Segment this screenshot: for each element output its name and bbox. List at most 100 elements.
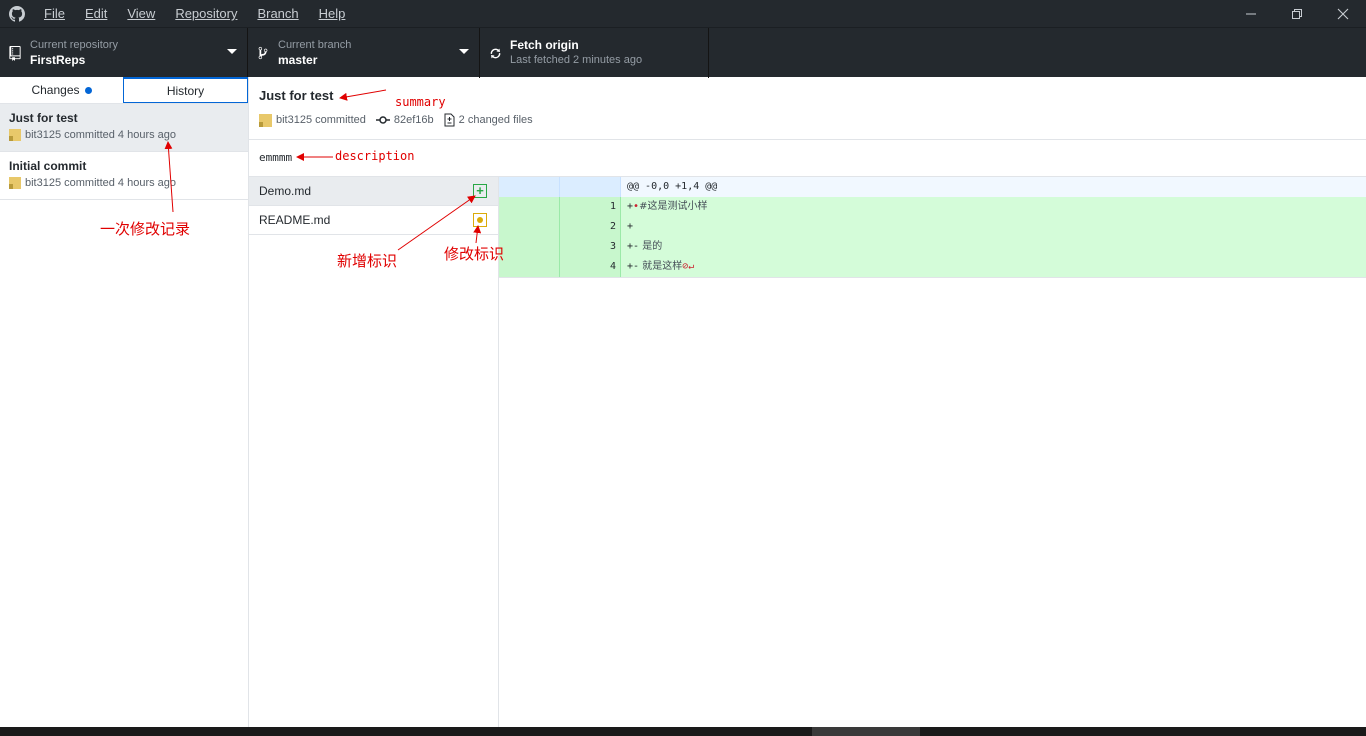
repo-name: FirstReps xyxy=(30,53,86,67)
toolbar: Current repository FirstReps Current bra… xyxy=(0,27,1366,78)
menu-file[interactable]: File xyxy=(34,0,75,27)
annotation-summary: summary xyxy=(395,95,446,109)
menu-branch[interactable]: Branch xyxy=(247,0,308,27)
old-line-number xyxy=(499,177,560,197)
menu-repository-label: Repository xyxy=(175,6,238,21)
repo-icon xyxy=(0,45,30,61)
diff-line-text: 就是这样 xyxy=(639,261,683,272)
menu-edit[interactable]: Edit xyxy=(75,0,117,27)
menu-view-label: View xyxy=(127,6,156,21)
diff-line[interactable]: 3 +- 是的 xyxy=(499,237,1366,257)
old-line-number xyxy=(499,257,560,277)
menu-branch-label: Branch xyxy=(257,6,299,21)
tab-bar: Changes History xyxy=(0,77,248,104)
added-status-icon: + xyxy=(473,184,487,198)
title-bar: File Edit View Repository Branch Help xyxy=(0,0,1366,27)
commit-description-text: emmmm xyxy=(259,151,293,164)
hunk-text: @@ -0,0 +1,4 @@ xyxy=(627,181,718,192)
new-line-number: 4 xyxy=(560,257,621,277)
restore-button[interactable] xyxy=(1274,0,1320,27)
taskbar-strip xyxy=(0,727,1366,736)
current-repository-dropdown[interactable]: Current repository FirstReps xyxy=(0,28,248,78)
diff-line-text: #这是测试小样 xyxy=(639,201,708,212)
commit-title: Initial commit xyxy=(9,159,87,173)
old-line-number xyxy=(499,197,560,217)
menu-help-label: Help xyxy=(318,6,346,21)
tab-changes-label: Changes xyxy=(31,83,80,97)
tab-history[interactable]: History xyxy=(123,77,248,103)
chevron-down-icon xyxy=(227,49,237,54)
diff-prefix: + xyxy=(627,221,634,232)
branch-label: Current branch xyxy=(278,39,352,51)
window-controls xyxy=(1228,0,1366,27)
no-newline-marker: ⊘↵ xyxy=(682,261,695,272)
new-line-number: 3 xyxy=(560,237,621,257)
close-icon xyxy=(1337,8,1349,19)
commit-list-item[interactable]: Just for test bit3125 committed 4 hours … xyxy=(0,104,248,152)
commit-description: emmmm xyxy=(249,140,1366,177)
fetch-origin-button[interactable]: Fetch origin Last fetched 2 minutes ago xyxy=(480,28,709,78)
minimize-icon xyxy=(1246,13,1256,14)
commit-meta: bit3125 committed 4 hours ago xyxy=(25,129,177,141)
commit-meta: bit3125 committed 4 hours ago xyxy=(25,177,177,189)
github-desktop-window: File Edit View Repository Branch Help Cu… xyxy=(0,0,1366,736)
commit-author: bit3125 committed xyxy=(276,114,366,126)
sidebar: Changes History Just for test bit3125 co… xyxy=(0,77,249,727)
menu-help[interactable]: Help xyxy=(309,0,356,27)
chevron-down-icon xyxy=(459,49,469,54)
menu-edit-label: Edit xyxy=(84,6,108,21)
file-name: Demo.md xyxy=(259,184,312,198)
diff-prefix: +- xyxy=(627,261,640,272)
modified-status-icon xyxy=(473,213,487,227)
repo-label: Current repository xyxy=(30,39,119,51)
github-logo-icon xyxy=(0,0,34,27)
avatar xyxy=(259,113,272,127)
new-line-number xyxy=(560,177,621,197)
old-line-number xyxy=(499,237,560,257)
menu-repository[interactable]: Repository xyxy=(165,0,247,27)
changed-files-count: 2 changed files xyxy=(458,114,533,126)
avatar xyxy=(9,129,21,141)
file-name: README.md xyxy=(259,213,331,227)
annotation-commit-record: 一次修改记录 xyxy=(100,220,191,238)
annotation-added-mark: 新增标识 xyxy=(337,252,398,270)
tab-changes[interactable]: Changes xyxy=(0,77,123,103)
minimize-button[interactable] xyxy=(1228,0,1274,27)
changes-indicator-dot xyxy=(84,86,92,94)
tab-history-label: History xyxy=(166,83,205,98)
diff-prefix: +- xyxy=(627,241,640,252)
commit-list-item[interactable]: Initial commit bit3125 committed 4 hours… xyxy=(0,152,248,200)
sync-icon xyxy=(480,47,510,60)
new-line-number: 2 xyxy=(560,217,621,237)
new-line-number: 1 xyxy=(560,197,621,217)
diff-view: @@ -0,0 +1,4 @@ 1 +•#这是测试小样 2 + 3 +- 是的 … xyxy=(499,177,1366,278)
close-button[interactable] xyxy=(1320,0,1366,27)
taskbar-segment xyxy=(812,727,920,736)
commit-sha[interactable]: 82ef16b xyxy=(394,114,434,126)
diff-hunk-header: @@ -0,0 +1,4 @@ xyxy=(499,177,1366,197)
current-branch-dropdown[interactable]: Current branch master xyxy=(248,28,480,78)
commit-summary-meta: bit3125 committed 82ef16b 2 changed file… xyxy=(259,113,543,127)
diff-line-text: 是的 xyxy=(639,241,663,252)
annotation-modified-mark: 修改标识 xyxy=(444,245,505,263)
diff-line[interactable]: 1 +•#这是测试小样 xyxy=(499,197,1366,217)
fetch-title: Fetch origin xyxy=(510,38,579,52)
commit-icon xyxy=(375,116,390,124)
commit-title: Just for test xyxy=(9,111,78,125)
menu-bar: File Edit View Repository Branch Help xyxy=(34,0,355,27)
annotation-description: description xyxy=(335,149,415,163)
file-list-item[interactable]: Demo.md + xyxy=(249,177,498,206)
fetch-subtitle: Last fetched 2 minutes ago xyxy=(510,54,643,66)
menu-view[interactable]: View xyxy=(117,0,165,27)
avatar xyxy=(9,177,21,189)
commit-summary-title: Just for test xyxy=(259,88,334,103)
file-list-item[interactable]: README.md xyxy=(249,206,498,235)
branch-icon xyxy=(248,46,278,60)
old-line-number xyxy=(499,217,560,237)
file-diff-icon xyxy=(444,113,455,127)
branch-name: master xyxy=(278,53,318,67)
menu-file-label: File xyxy=(44,6,65,21)
diff-line[interactable]: 4 +- 就是这样⊘↵ xyxy=(499,257,1366,277)
restore-icon xyxy=(1292,8,1302,19)
diff-line[interactable]: 2 + xyxy=(499,217,1366,237)
